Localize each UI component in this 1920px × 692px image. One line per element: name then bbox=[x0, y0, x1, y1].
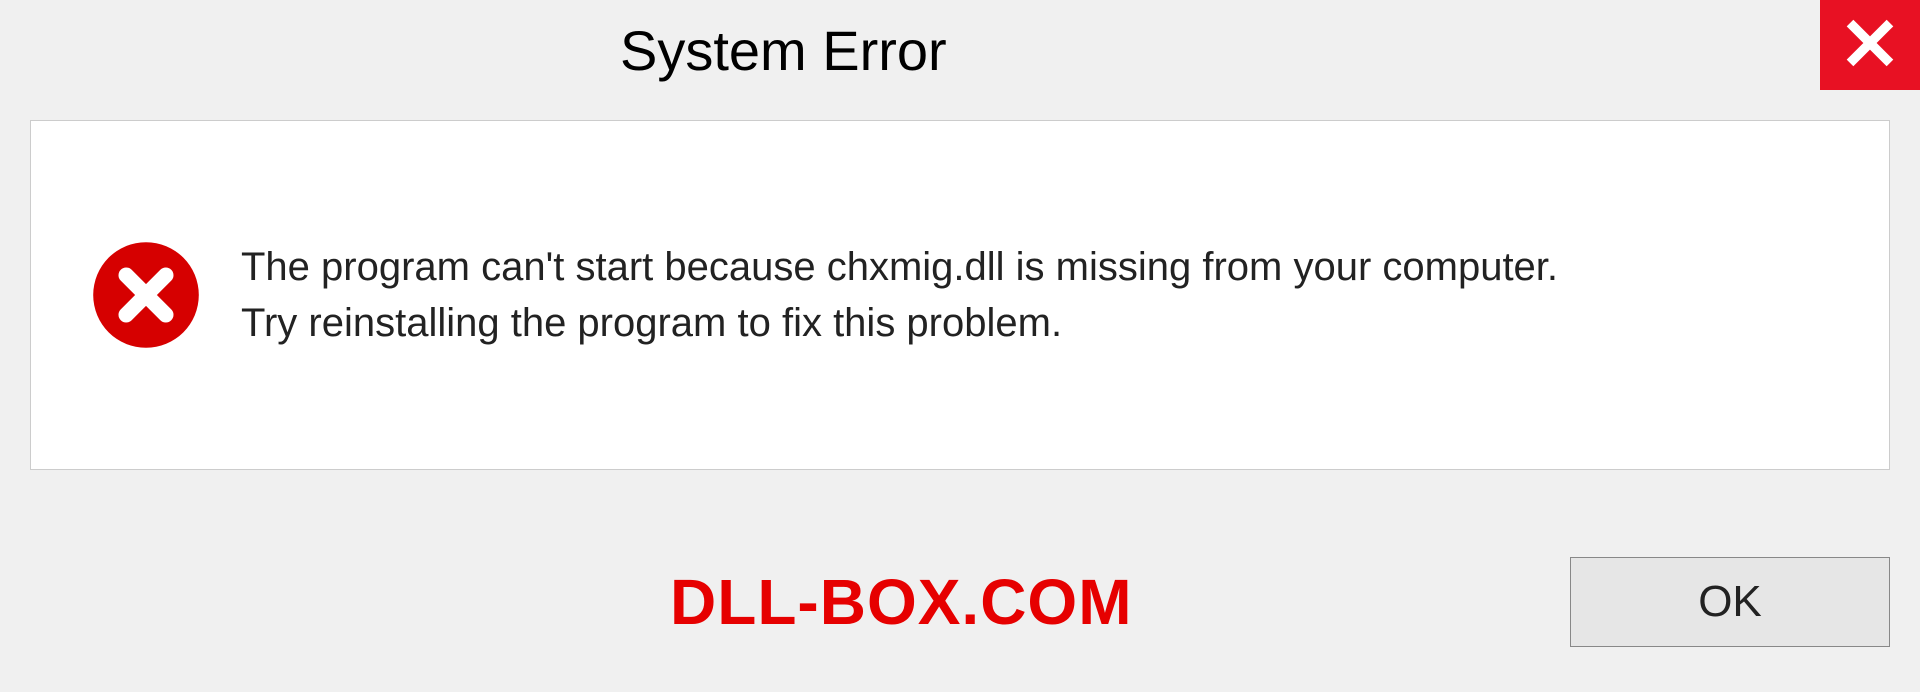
message-line-1: The program can't start because chxmig.d… bbox=[241, 239, 1829, 295]
titlebar: System Error bbox=[0, 0, 1920, 100]
error-message: The program can't start because chxmig.d… bbox=[241, 239, 1829, 351]
error-icon bbox=[91, 240, 201, 350]
watermark-text: DLL-BOX.COM bbox=[30, 565, 1133, 639]
content-panel: The program can't start because chxmig.d… bbox=[30, 120, 1890, 470]
close-button[interactable] bbox=[1820, 0, 1920, 90]
dialog-title: System Error bbox=[620, 18, 947, 83]
close-icon bbox=[1845, 18, 1895, 73]
error-dialog: System Error The program can't start bec… bbox=[0, 0, 1920, 692]
message-line-2: Try reinstalling the program to fix this… bbox=[241, 295, 1829, 351]
dialog-footer: DLL-BOX.COM OK bbox=[30, 542, 1890, 662]
ok-button[interactable]: OK bbox=[1570, 557, 1890, 647]
